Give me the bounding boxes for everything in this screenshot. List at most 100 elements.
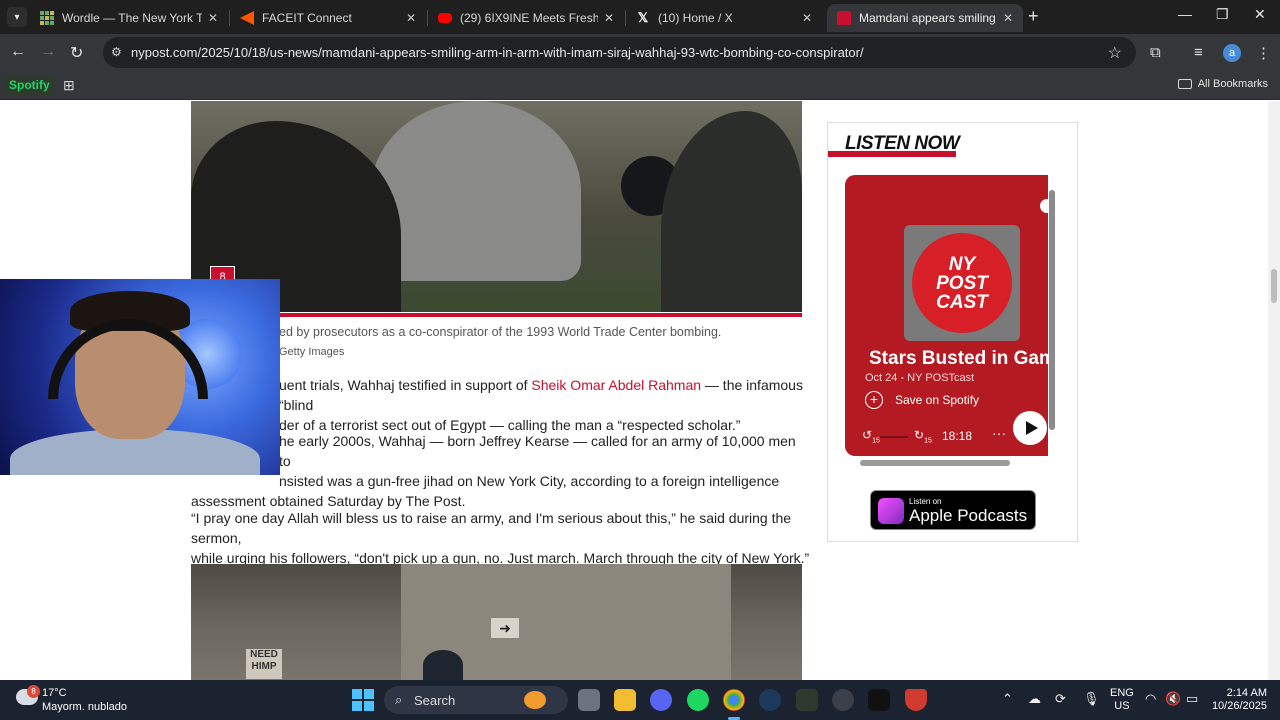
apps-grid-icon[interactable]: ⊞ xyxy=(63,77,75,94)
article-photo[interactable]: ➜ NEED HIMP xyxy=(191,564,802,680)
more-options-icon[interactable]: ··· xyxy=(992,425,1006,441)
weather-temperature[interactable]: 17°C xyxy=(42,687,67,699)
save-on-spotify-button[interactable]: + Save on Spotify xyxy=(865,391,979,409)
reload-button[interactable]: ↻ xyxy=(70,43,83,63)
listen-now-widget: LISTEN NOW NY POST CAST Stars Busted in Ga… xyxy=(827,122,1078,542)
close-icon[interactable]: ✕ xyxy=(1003,11,1013,25)
tab-title: (10) Home / X xyxy=(658,11,733,25)
rewind-label: 15 xyxy=(872,437,880,445)
scrollbar-thumb[interactable] xyxy=(1049,190,1055,430)
spotify-icon[interactable] xyxy=(1040,199,1048,213)
sync-icon[interactable]: ⟳ xyxy=(1055,691,1066,707)
scrollbar-thumb[interactable] xyxy=(860,460,1010,466)
scrollbar-thumb[interactable] xyxy=(1271,269,1277,303)
badge-big-text: Apple Podcasts xyxy=(909,506,1028,525)
chevron-up-icon[interactable]: ⌃ xyxy=(1002,691,1013,707)
progress-bar[interactable] xyxy=(880,436,908,438)
heading-underline xyxy=(828,151,956,157)
language-indicator[interactable]: ENG US xyxy=(1110,687,1134,713)
close-icon[interactable]: ✕ xyxy=(604,11,614,25)
wifi-icon[interactable]: ◠ xyxy=(1145,691,1156,707)
faceit-icon[interactable] xyxy=(868,689,890,711)
tab-search-button[interactable]: ▾ xyxy=(7,7,27,27)
arrow-right-icon: → xyxy=(40,43,56,60)
weather-badge: 8 xyxy=(27,685,40,698)
close-icon[interactable]: ✕ xyxy=(208,11,218,25)
embed-vertical-scrollbar[interactable] xyxy=(1048,178,1056,459)
task-view-icon[interactable] xyxy=(578,689,600,711)
chevron-down-icon: ▾ xyxy=(14,11,20,23)
cover-badge: NY POST CAST xyxy=(912,233,1012,333)
weather-description[interactable]: Mayorm. nublado xyxy=(42,701,127,713)
tab-x[interactable]: 𝕏 (10) Home / X ✕ xyxy=(626,4,822,32)
apple-podcasts-badge[interactable]: Listen on Apple Podcasts xyxy=(870,490,1036,530)
forward-button[interactable]: → xyxy=(40,43,56,61)
media-control-icon[interactable]: ≡ xyxy=(1194,44,1203,61)
extensions-icon[interactable]: ⧉ xyxy=(1150,44,1161,61)
url-text[interactable]: nypost.com/2025/10/18/us-news/mamdani-ap… xyxy=(131,45,864,60)
restore-button[interactable]: ❐ xyxy=(1216,6,1229,23)
play-button[interactable] xyxy=(1013,411,1047,445)
tab-faceit[interactable]: FACEIT Connect ✕ xyxy=(230,4,426,32)
tab-title: FACEIT Connect xyxy=(262,11,352,25)
back-button[interactable]: ← xyxy=(10,43,26,61)
folder-icon xyxy=(1177,79,1192,89)
bookmark-star-icon[interactable]: ☆ xyxy=(1108,43,1122,63)
tab-strip: ▾ Wordle — The New York Times ✕ FACEIT C… xyxy=(0,0,1280,34)
tab-wordle[interactable]: Wordle — The New York Times ✕ xyxy=(30,4,228,32)
chrome-icon[interactable] xyxy=(723,689,745,711)
photo-subject xyxy=(661,111,802,312)
all-bookmarks-button[interactable]: All Bookmarks xyxy=(1177,78,1268,90)
start-button[interactable] xyxy=(352,689,374,711)
close-window-button[interactable]: ✕ xyxy=(1254,6,1266,23)
clock-time: 2:14 AM xyxy=(1226,687,1267,699)
page-scrollbar[interactable] xyxy=(1268,101,1280,680)
volume-muted-icon[interactable]: 🔇 xyxy=(1165,691,1181,707)
system-clock[interactable]: 2:14 AM 10/26/2025 xyxy=(1207,687,1267,713)
episode-title[interactable]: Stars Busted in Gam xyxy=(869,348,1048,370)
minimize-button[interactable]: — xyxy=(1178,6,1192,22)
bookmark-spotify[interactable]: Spotify xyxy=(3,75,56,95)
file-explorer-icon[interactable] xyxy=(614,689,636,711)
new-tab-button[interactable]: + xyxy=(1028,7,1039,25)
search-icon: ⌕ xyxy=(395,692,403,707)
spotify-icon[interactable] xyxy=(687,689,709,711)
article-link[interactable]: Sheik Omar Abdel Rahman xyxy=(531,377,701,393)
apple-podcasts-icon xyxy=(878,498,904,524)
steam-icon[interactable] xyxy=(759,689,781,711)
embed-horizontal-scrollbar[interactable] xyxy=(845,458,1048,468)
search-label: Search xyxy=(414,693,456,708)
menu-icon[interactable]: ⋮ xyxy=(1256,44,1271,62)
game-launcher-icon[interactable] xyxy=(832,689,854,711)
forward-15-icon[interactable]: ↻15 xyxy=(914,428,932,444)
taskbar-search[interactable]: ⌕ Search xyxy=(384,686,568,714)
tab-youtube[interactable]: (29) 6IX9INE Meets FreshandFit ✕ xyxy=(428,4,624,32)
vanguard-icon[interactable] xyxy=(905,689,927,711)
discord-icon[interactable] xyxy=(650,689,672,711)
plus-circle-icon: + xyxy=(865,391,883,409)
close-icon[interactable]: ✕ xyxy=(406,11,416,25)
badge-small-text: Listen on xyxy=(909,497,942,506)
onedrive-icon[interactable]: ☁ xyxy=(1028,691,1041,707)
youtube-icon xyxy=(438,13,452,23)
address-bar[interactable]: ⚙ nypost.com/2025/10/18/us-news/mamdani-… xyxy=(103,37,1136,68)
microphone-icon[interactable]: 🎙 xyxy=(1083,691,1100,707)
cover-text: NY POST CAST xyxy=(936,254,988,313)
taskbar: 8 17°C Mayorm. nublado ⌕ Search ⌃ ☁ ⟳ 🎙 … xyxy=(0,680,1280,720)
x-icon: 𝕏 xyxy=(637,10,649,25)
minimize-icon: — xyxy=(1178,6,1192,22)
photo-sign: NEED HIMP xyxy=(246,649,282,679)
site-info-icon[interactable]: ⚙ xyxy=(111,45,125,59)
all-bookmarks-label: All Bookmarks xyxy=(1197,78,1268,90)
podcast-cover[interactable]: NY POST CAST xyxy=(904,225,1020,341)
close-icon[interactable]: ✕ xyxy=(802,11,812,25)
article-photo[interactable] xyxy=(191,101,802,312)
logitech-icon[interactable] xyxy=(796,689,818,711)
article-paragraph: “I pray one day Allah will bless us to r… xyxy=(191,508,811,568)
tab-title: (29) 6IX9INE Meets FreshandFit xyxy=(460,11,598,25)
rewind-15-icon[interactable]: ↺15 xyxy=(862,428,880,444)
profile-avatar[interactable]: a xyxy=(1223,44,1241,62)
battery-icon[interactable]: ▭ xyxy=(1186,691,1198,707)
spotify-embed[interactable]: NY POST CAST Stars Busted in Gam Oct 24 - … xyxy=(845,175,1048,456)
tab-nypost[interactable]: Mamdani appears smiling arm- ✕ xyxy=(827,4,1023,32)
